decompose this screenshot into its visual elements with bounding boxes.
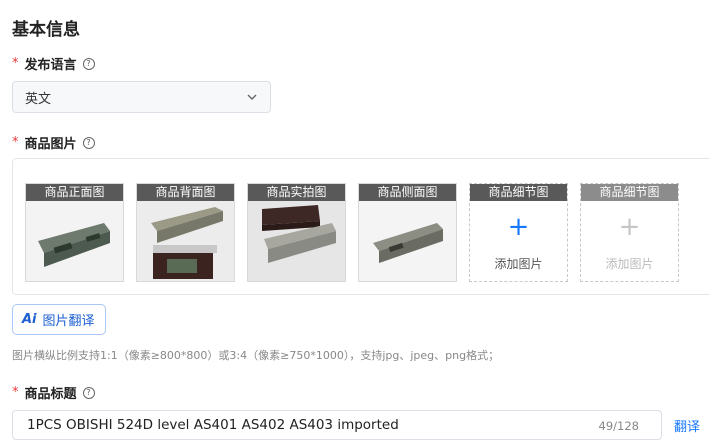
image-slot-back[interactable]: 商品背面图 (136, 183, 235, 282)
ai-icon: Ai (22, 312, 37, 327)
product-photo-real (248, 201, 345, 281)
help-icon[interactable]: ? (82, 136, 95, 149)
title-label: * 商品标题 ? (12, 383, 95, 402)
product-photo-side (359, 201, 456, 281)
slot-caption: 商品细节图 (581, 184, 678, 201)
slot-caption: 商品正面图 (26, 184, 123, 201)
image-slot-detail-disabled: 商品细节图 + 添加图片 (580, 183, 679, 282)
language-label: * 发布语言 ? (12, 54, 95, 73)
char-count: 49/128 (598, 419, 639, 433)
slot-caption: 商品侧面图 (359, 184, 456, 201)
images-label: * 商品图片 ? (12, 133, 95, 152)
plus-icon: + (618, 212, 641, 242)
add-image-text: 添加图片 (494, 257, 543, 271)
product-photo-back (137, 201, 234, 281)
title-translate-link[interactable]: 翻译 (674, 416, 700, 435)
section-title: 基本信息 (12, 20, 80, 40)
help-icon[interactable]: ? (82, 57, 95, 70)
slot-caption: 商品实拍图 (248, 184, 345, 201)
language-select[interactable]: 英文 (12, 81, 271, 113)
product-title-value: 1PCS OBISHI 524D level AS401 AS402 AS403… (27, 417, 399, 433)
required-mark: * (12, 56, 19, 71)
language-select-value: 英文 (25, 91, 52, 107)
image-translate-label: 图片翻译 (42, 314, 95, 329)
image-slot-real[interactable]: 商品实拍图 (247, 183, 346, 282)
required-mark: * (12, 135, 19, 150)
image-slot-side[interactable]: 商品侧面图 (358, 183, 457, 282)
image-slot-front[interactable]: 商品正面图 (25, 183, 124, 282)
images-label-text: 商品图片 (24, 137, 77, 152)
required-mark: * (12, 385, 19, 400)
language-label-text: 发布语言 (24, 58, 77, 73)
product-title-input[interactable]: 1PCS OBISHI 524D level AS401 AS402 AS403… (12, 410, 662, 440)
slot-caption: 商品细节图 (470, 184, 567, 201)
image-slot-detail[interactable]: 商品细节图 + 添加图片 (469, 183, 568, 282)
chevron-down-icon (247, 94, 257, 100)
product-photo-front (26, 201, 123, 281)
title-label-text: 商品标题 (24, 387, 77, 402)
image-translate-button[interactable]: Ai 图片翻译 (12, 304, 106, 335)
help-icon[interactable]: ? (82, 386, 95, 399)
slot-caption: 商品背面图 (137, 184, 234, 201)
add-image-text: 添加图片 (605, 257, 654, 271)
plus-icon: + (507, 212, 530, 242)
image-format-hint: 图片横纵比例支持1:1（像素≥800*800）或3:4（像素≥750*1000）… (12, 349, 500, 362)
